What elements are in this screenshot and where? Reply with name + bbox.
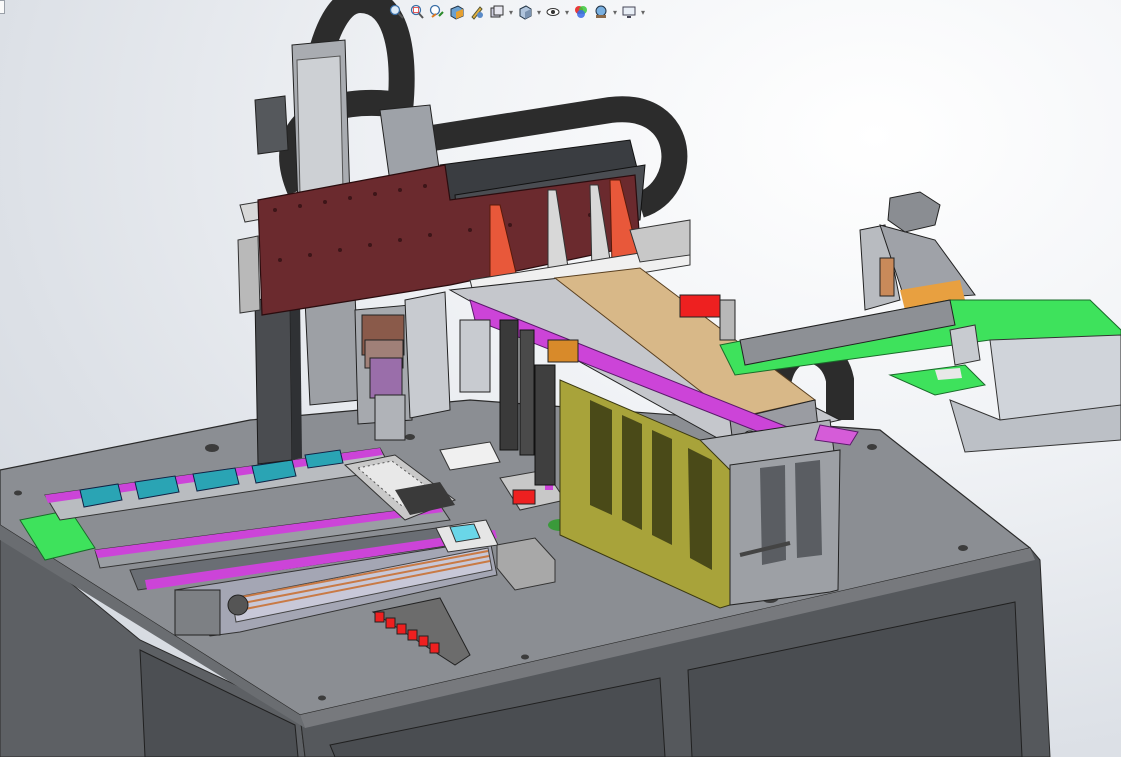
section-view-icon[interactable] [448, 3, 466, 21]
zoom-to-fit-icon[interactable] [388, 3, 406, 21]
view-orientation-dropdown[interactable]: ▾ [508, 3, 514, 21]
view-settings-icon[interactable] [620, 3, 638, 21]
view-orientation-icon[interactable] [488, 3, 506, 21]
dynamic-annotation-icon[interactable] [468, 3, 486, 21]
apply-scene-dropdown[interactable]: ▾ [612, 3, 618, 21]
heads-up-view-toolbar: ▾ ▾ ▾ ▾ ▾ [388, 2, 646, 22]
display-style-dropdown[interactable]: ▾ [536, 3, 542, 21]
edit-appearance-icon[interactable] [572, 3, 590, 21]
display-style-icon[interactable] [516, 3, 534, 21]
view-settings-dropdown[interactable]: ▾ [640, 3, 646, 21]
hide-show-items-icon[interactable] [544, 3, 562, 21]
previous-view-icon[interactable] [428, 3, 446, 21]
apply-scene-icon[interactable] [592, 3, 610, 21]
graphics-area[interactable] [0, 0, 1121, 757]
zoom-to-area-icon[interactable] [408, 3, 426, 21]
panel-collapse-tab[interactable] [0, 0, 5, 14]
machine-model[interactable] [0, 0, 1121, 757]
hide-show-items-dropdown[interactable]: ▾ [564, 3, 570, 21]
